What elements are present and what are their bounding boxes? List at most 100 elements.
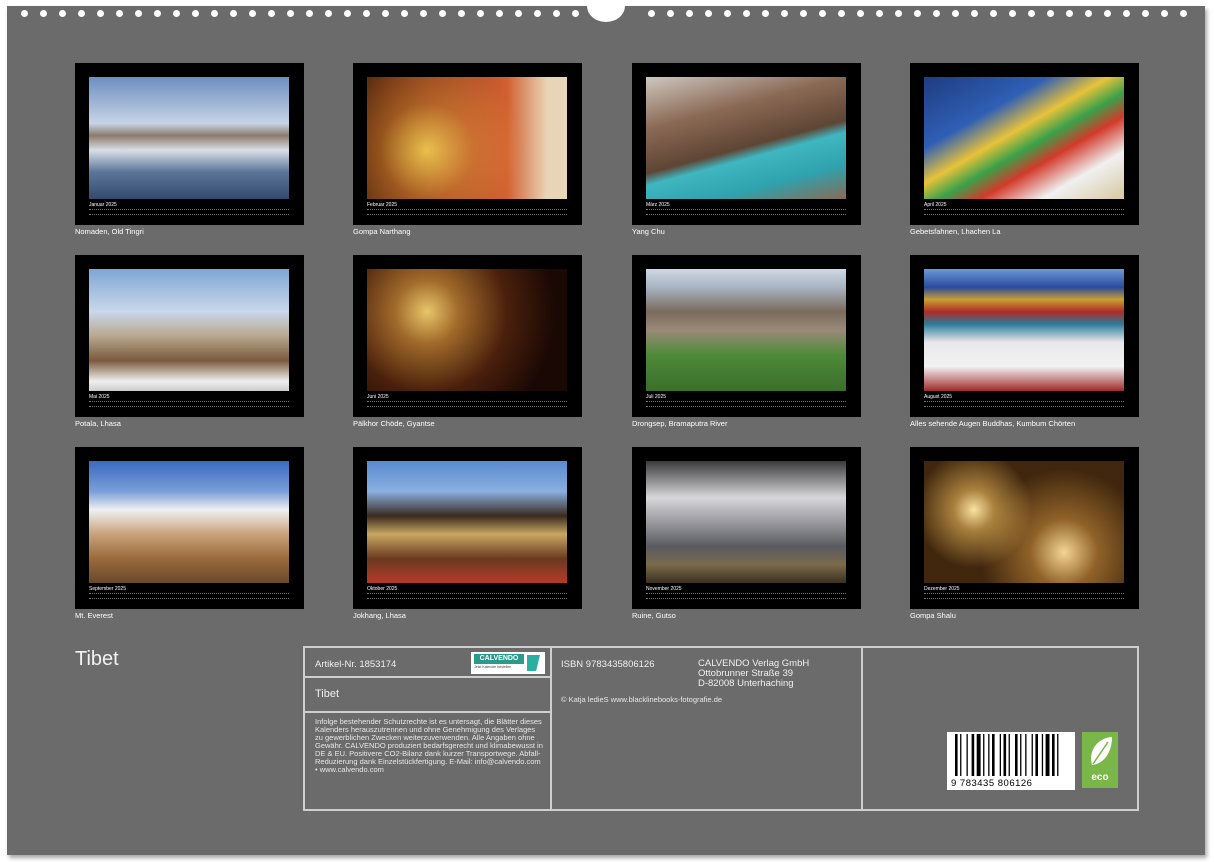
caption-march: Yang Chu	[632, 227, 665, 236]
day-grid	[924, 593, 1124, 599]
month-tile-may: Mai 2025	[75, 255, 304, 417]
binding-hole	[667, 10, 674, 17]
day-grid	[367, 209, 567, 215]
month-tile-january: Januar 2025	[75, 63, 304, 225]
barcode: 9 783435 806126	[947, 732, 1075, 790]
day-grid	[89, 593, 289, 599]
month-label: Juli 2025	[646, 394, 667, 400]
month-tile-december: Dezember 2025	[910, 447, 1139, 609]
divider	[305, 676, 550, 678]
binding-hole	[572, 10, 579, 17]
day-grid	[367, 593, 567, 599]
divider	[305, 711, 550, 713]
binding-hole	[116, 10, 123, 17]
caption-january: Nomaden, Old Tingri	[75, 227, 144, 236]
binding-hole	[496, 10, 503, 17]
month-tile-june: Juni 2025	[353, 255, 582, 417]
month-tile-february: Februar 2025	[353, 63, 582, 225]
binding-hole	[686, 10, 693, 17]
barcode-bar	[983, 734, 985, 776]
eco-label: eco	[1091, 772, 1109, 783]
month-label: September 2025	[89, 586, 126, 592]
caption-february: Gompa Narthang	[353, 227, 411, 236]
binding-hole	[819, 10, 826, 17]
logo-mark	[527, 655, 540, 671]
eco-badge: eco	[1082, 732, 1118, 788]
binding-hole	[1085, 10, 1092, 17]
binding-hole	[401, 10, 408, 17]
barcode-bar	[960, 734, 962, 776]
barcode-bar	[1035, 734, 1038, 776]
month-label: Oktober 2025	[367, 586, 398, 592]
photo-drongsep	[646, 269, 846, 391]
photo-gompa-shalu	[924, 461, 1124, 583]
binding-hole	[971, 10, 978, 17]
caption-october: Jokhang, Lhasa	[353, 611, 406, 620]
binding-hole	[515, 10, 522, 17]
month-tile-september: September 2025	[75, 447, 304, 609]
barcode-bar	[966, 734, 968, 776]
binding-hole	[154, 10, 161, 17]
isbn: ISBN 9783435806126	[561, 659, 655, 670]
caption-september: Mt. Everest	[75, 611, 113, 620]
day-grid	[646, 593, 846, 599]
caption-may: Potala, Lhasa	[75, 419, 121, 428]
photo-potala	[89, 269, 289, 391]
barcode-bar	[1020, 734, 1022, 776]
barcode-bar	[1045, 734, 1050, 776]
barcode-bar	[1057, 734, 1059, 776]
binding-hole	[78, 10, 85, 17]
binding-hole	[363, 10, 370, 17]
barcode-bar	[988, 734, 990, 776]
barcode-bar	[1008, 734, 1010, 776]
binding-hole	[952, 10, 959, 17]
binding-hole	[173, 10, 180, 17]
month-label: November 2025	[646, 586, 682, 592]
legal-notice: Infolge bestehender Schutzrechte ist es …	[315, 717, 543, 774]
barcode-bar	[955, 734, 958, 776]
month-label: Januar 2025	[89, 202, 117, 208]
binding-hole	[230, 10, 237, 17]
binding-hole	[857, 10, 864, 17]
binding-hole	[724, 10, 731, 17]
binding-hole	[990, 10, 997, 17]
logo-text: CALVENDO	[474, 654, 524, 664]
binding-hole	[268, 10, 275, 17]
binding-hole	[420, 10, 427, 17]
binding-hole	[344, 10, 351, 17]
publisher-address: CALVENDO Verlag GmbH Ottobrunner Straße …	[698, 659, 809, 689]
copyright: © Katja ledieS www.blacklinebooks-fotogr…	[561, 695, 723, 704]
barcode-bar	[1041, 734, 1044, 776]
photo-gompa-narthang	[367, 77, 567, 199]
barcode-bar	[992, 734, 995, 776]
photo-prayer-flags	[924, 77, 1124, 199]
caption-august: Alles sehende Augen Buddhas, Kumbum Chör…	[910, 419, 1076, 428]
binding-hole	[1142, 10, 1149, 17]
logo-subtext: Jetzt Kalender bestellen	[474, 665, 512, 669]
month-tile-april: April 2025	[910, 63, 1139, 225]
binding-hole	[1066, 10, 1073, 17]
month-tile-august: August 2025	[910, 255, 1139, 417]
binding-hole	[648, 10, 655, 17]
barcode-bar	[1025, 734, 1027, 776]
binding-hole	[838, 10, 845, 17]
day-grid	[646, 209, 846, 215]
binding-hole	[325, 10, 332, 17]
caption-november: Ruine, Gutso	[632, 611, 676, 620]
month-label: Mai 2025	[89, 394, 110, 400]
binding-hole	[382, 10, 389, 17]
binding-hole	[876, 10, 883, 17]
barcode-bar	[1003, 734, 1007, 776]
caption-july: Drongsep, Bramaputra River	[632, 419, 728, 428]
binding-hole	[439, 10, 446, 17]
binding-hole	[705, 10, 712, 17]
barcode-bar	[976, 734, 981, 776]
day-grid	[924, 209, 1124, 215]
month-label: März 2025	[646, 202, 670, 208]
binding-hole	[287, 10, 294, 17]
binding-hole	[40, 10, 47, 17]
month-label: Juni 2025	[367, 394, 389, 400]
binding-hole	[1104, 10, 1111, 17]
month-label: April 2025	[924, 202, 947, 208]
binding-hole	[553, 10, 560, 17]
